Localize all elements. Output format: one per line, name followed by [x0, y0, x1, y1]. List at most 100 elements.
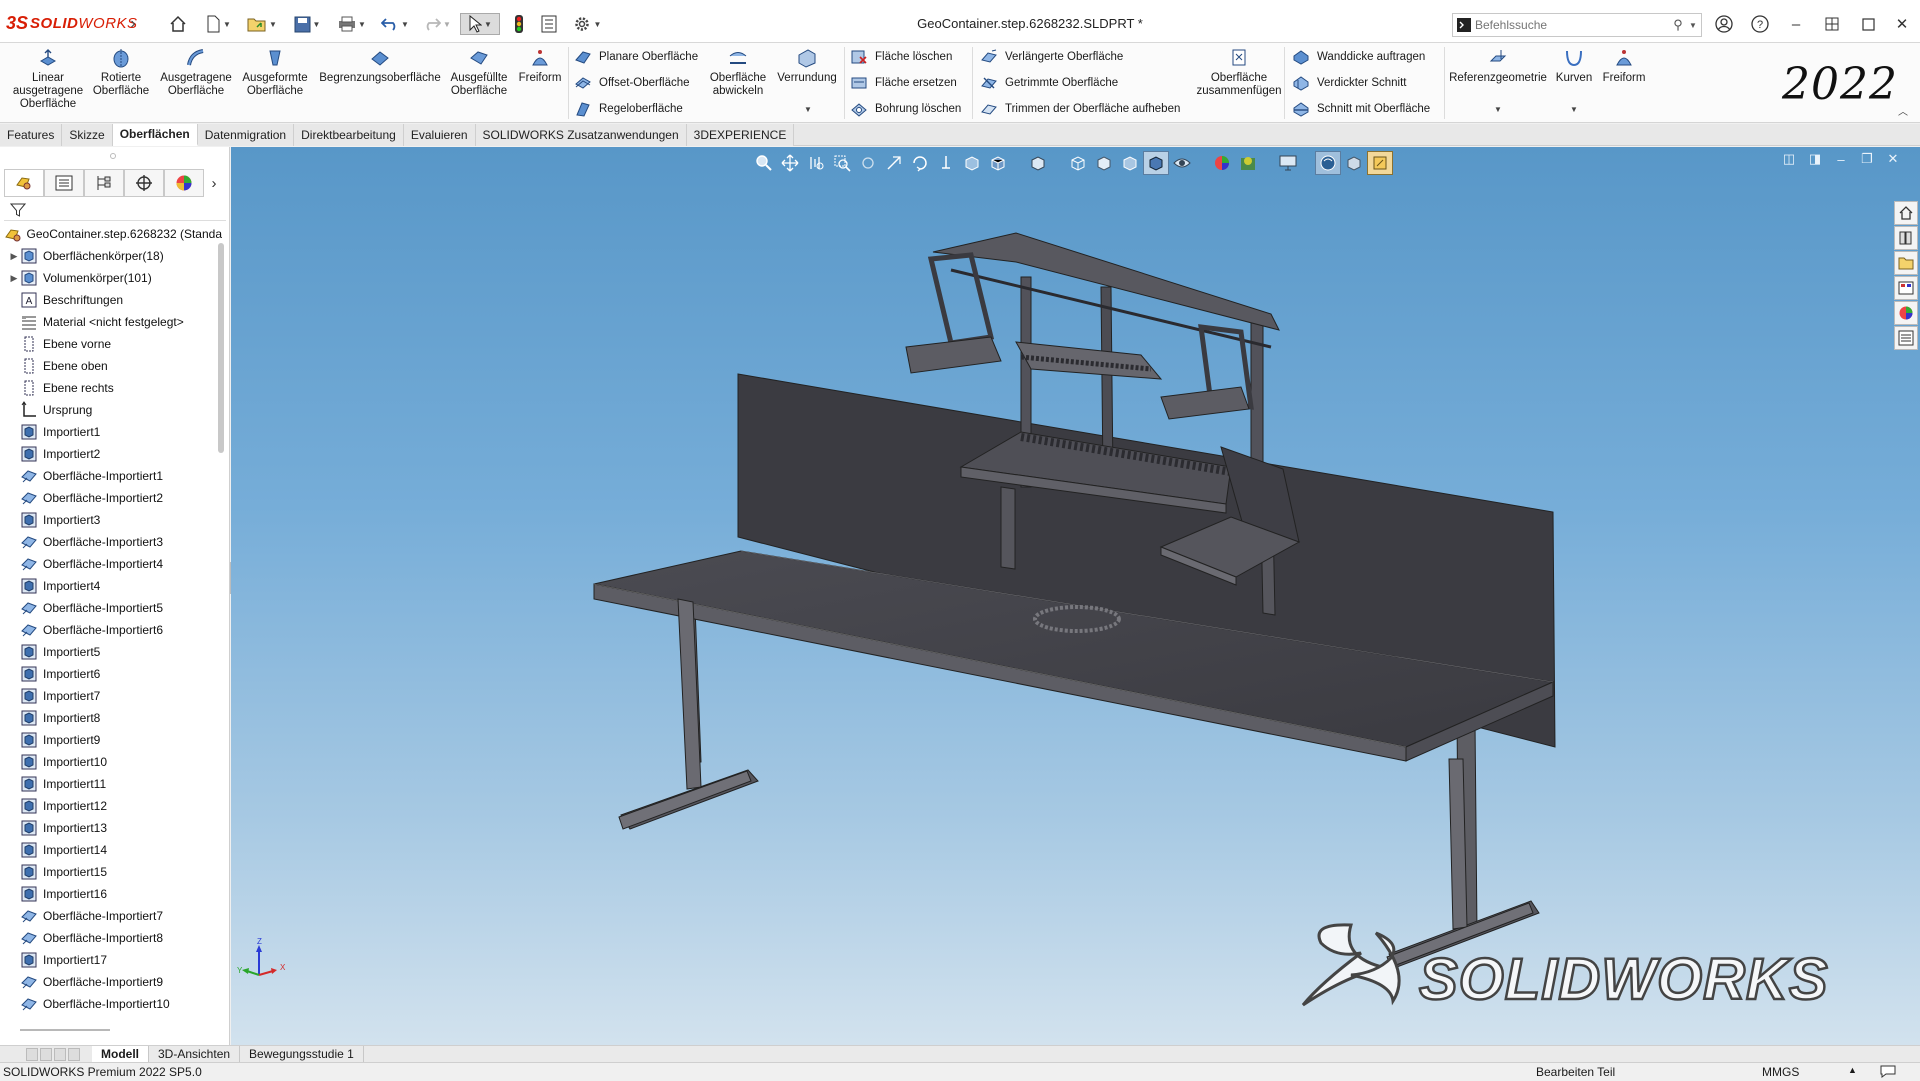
property-manager-tab[interactable] — [44, 169, 84, 197]
tree-item[interactable]: Ebene oben — [0, 355, 222, 377]
tree-item[interactable]: Importiert1 — [0, 421, 222, 443]
swept-surface-button[interactable]: Ausgetragene Oberfläche — [154, 47, 238, 98]
curves-dropdown-icon[interactable]: ▼ — [1570, 105, 1578, 114]
tree-item[interactable]: Importiert8 — [0, 707, 222, 729]
new-document-icon[interactable]: ▼ — [200, 13, 236, 35]
offset-surface-button[interactable]: Offset-Oberfläche — [574, 73, 690, 93]
tab-direktbearbeitung[interactable]: Direktbearbeitung — [294, 124, 404, 146]
save-icon[interactable]: ▼ — [287, 13, 327, 35]
tree-item[interactable]: Importiert10 — [0, 751, 222, 773]
tree-item[interactable]: Importiert7 — [0, 685, 222, 707]
knit-surface-button[interactable]: Oberfläche zusammenfügen — [1188, 47, 1290, 98]
rebuild-icon[interactable] — [508, 13, 530, 35]
tile-windows-icon[interactable] — [1818, 12, 1846, 36]
tab-nav-next-icon[interactable] — [54, 1047, 66, 1061]
maximize-icon[interactable] — [1854, 12, 1882, 36]
curves-button[interactable]: Kurven — [1550, 47, 1598, 85]
configuration-manager-tab[interactable] — [84, 169, 124, 197]
display-manager-tab[interactable] — [164, 169, 204, 197]
replace-face-button[interactable]: Fläche ersetzen — [850, 73, 957, 93]
more-tabs-icon[interactable]: › — [204, 169, 224, 197]
ruled-surface-button[interactable]: Regeloberfläche — [574, 99, 683, 119]
tab-skizze[interactable]: Skizze — [62, 124, 113, 146]
dimxpert-manager-tab[interactable] — [124, 169, 164, 197]
thicken-button[interactable]: Wanddicke auftragen — [1292, 47, 1425, 67]
home-icon[interactable] — [166, 13, 190, 35]
help-icon[interactable]: ? — [1746, 12, 1774, 36]
tree-item[interactable]: Oberfläche-Importiert6 — [0, 619, 222, 641]
tree-item[interactable]: Importiert17 — [0, 949, 222, 971]
tree-item[interactable]: Ebene vorne — [0, 333, 222, 355]
freeform-button[interactable]: Freiform — [514, 47, 566, 85]
command-search[interactable]: ⚲ ▼ — [1452, 13, 1702, 37]
fillet-dropdown-icon[interactable]: ▼ — [804, 105, 812, 114]
tab-nav-prev-icon[interactable] — [40, 1047, 52, 1061]
expand-arrow-icon[interactable]: ▶ — [8, 273, 20, 284]
surface-cut-button[interactable]: Schnitt mit Oberfläche — [1292, 99, 1430, 119]
status-notifications-icon[interactable] — [1880, 1065, 1896, 1081]
thickened-cut-button[interactable]: Verdickter Schnitt — [1292, 73, 1406, 93]
extended-surface-button[interactable]: Verlängerte Oberfläche — [980, 47, 1123, 67]
tree-item[interactable]: Ursprung — [0, 399, 222, 421]
tab-features[interactable]: Features — [0, 124, 63, 146]
tree-item[interactable]: Importiert4 — [0, 575, 222, 597]
tree-item[interactable]: A Beschriftungen — [0, 289, 222, 311]
reference-geometry-dropdown-icon[interactable]: ▼ — [1494, 105, 1502, 114]
file-properties-icon[interactable] — [537, 13, 561, 35]
tree-item[interactable]: Importiert14 — [0, 839, 222, 861]
select-pointer-icon[interactable]: ▼ — [460, 13, 500, 35]
search-icon[interactable]: ⚲ — [1667, 17, 1689, 33]
boundary-surface-button[interactable]: Begrenzungsoberfläche — [316, 47, 444, 85]
tree-item[interactable]: Ebene rechts — [0, 377, 222, 399]
menu-expand-icon[interactable]: › — [126, 13, 140, 35]
filled-surface-button[interactable]: Ausgefüllte Oberfläche — [446, 47, 512, 98]
tree-item[interactable]: Oberfläche-Importiert5 — [0, 597, 222, 619]
tree-item[interactable]: Importiert9 — [0, 729, 222, 751]
tree-item[interactable]: Material <nicht festgelegt> — [0, 311, 222, 333]
panel-grip-icon[interactable] — [110, 153, 116, 159]
expand-arrow-icon[interactable]: ▶ — [8, 251, 20, 262]
fillet-button[interactable]: Verrundung — [774, 47, 840, 85]
revolved-surface-button[interactable]: Rotierte Oberfläche — [90, 47, 152, 98]
tree-item[interactable]: Oberfläche-Importiert8 — [0, 927, 222, 949]
account-icon[interactable] — [1710, 12, 1738, 36]
print-icon[interactable]: ▼ — [332, 13, 372, 35]
tree-item[interactable]: Importiert16 — [0, 883, 222, 905]
options-gear-icon[interactable]: ▼ — [567, 13, 607, 35]
desk-3d-model[interactable] — [231, 147, 1920, 1045]
lofted-surface-button[interactable]: Ausgeformte Oberfläche — [234, 47, 316, 98]
untrim-surface-button[interactable]: Trimmen der Oberfläche aufheben — [980, 99, 1180, 119]
tree-item[interactable]: Oberfläche-Importiert2 — [0, 487, 222, 509]
tree-item[interactable]: Importiert12 — [0, 795, 222, 817]
tree-item[interactable]: Importiert6 — [0, 663, 222, 685]
bottom-tab-modell[interactable]: Modell — [92, 1046, 149, 1062]
tab-nav-first-icon[interactable] — [26, 1047, 38, 1061]
search-input[interactable] — [1475, 15, 1667, 35]
tab-solidworks-zusatzanwendungen[interactable]: SOLIDWORKS Zusatzanwendungen — [475, 124, 687, 146]
delete-hole-button[interactable]: Bohrung löschen — [850, 99, 961, 119]
tree-item[interactable]: ▶ Oberflächenkörper(18) — [0, 245, 222, 267]
feature-manager-tab[interactable] — [4, 169, 44, 197]
tree-scrollbar[interactable] — [218, 243, 224, 453]
collapse-ribbon-icon[interactable]: ︿ — [1898, 103, 1908, 118]
tree-item[interactable]: Importiert11 — [0, 773, 222, 795]
tree-item[interactable]: Oberfläche-Importiert4 — [0, 553, 222, 575]
minimize-icon[interactable]: – — [1782, 12, 1810, 36]
tree-item[interactable]: Importiert5 — [0, 641, 222, 663]
units-dropdown-icon[interactable]: ▲ — [1848, 1065, 1857, 1075]
tree-item[interactable]: Oberfläche-Importiert10 — [0, 993, 222, 1015]
trimmed-surface-button[interactable]: Getrimmte Oberfläche — [980, 73, 1118, 93]
reference-geometry-button[interactable]: Referenzgeometrie — [1448, 47, 1548, 85]
tab-datenmigration[interactable]: Datenmigration — [197, 124, 295, 146]
tree-item[interactable]: Importiert2 — [0, 443, 222, 465]
tree-item[interactable]: Oberfläche-Importiert1 — [0, 465, 222, 487]
tab-nav-last-icon[interactable] — [68, 1047, 80, 1061]
tree-item[interactable]: Importiert13 — [0, 817, 222, 839]
tree-item[interactable]: Oberfläche-Importiert9 — [0, 971, 222, 993]
tab-oberflächen[interactable]: Oberflächen — [112, 124, 198, 146]
planar-surface-button[interactable]: Planare Oberfläche — [574, 47, 698, 67]
close-icon[interactable]: ✕ — [1888, 12, 1916, 36]
tab-evaluieren[interactable]: Evaluieren — [403, 124, 476, 146]
bottom-tab-3d-ansichten[interactable]: 3D-Ansichten — [149, 1046, 241, 1062]
tree-item[interactable]: ▶ Volumenkörper(101) — [0, 267, 222, 289]
